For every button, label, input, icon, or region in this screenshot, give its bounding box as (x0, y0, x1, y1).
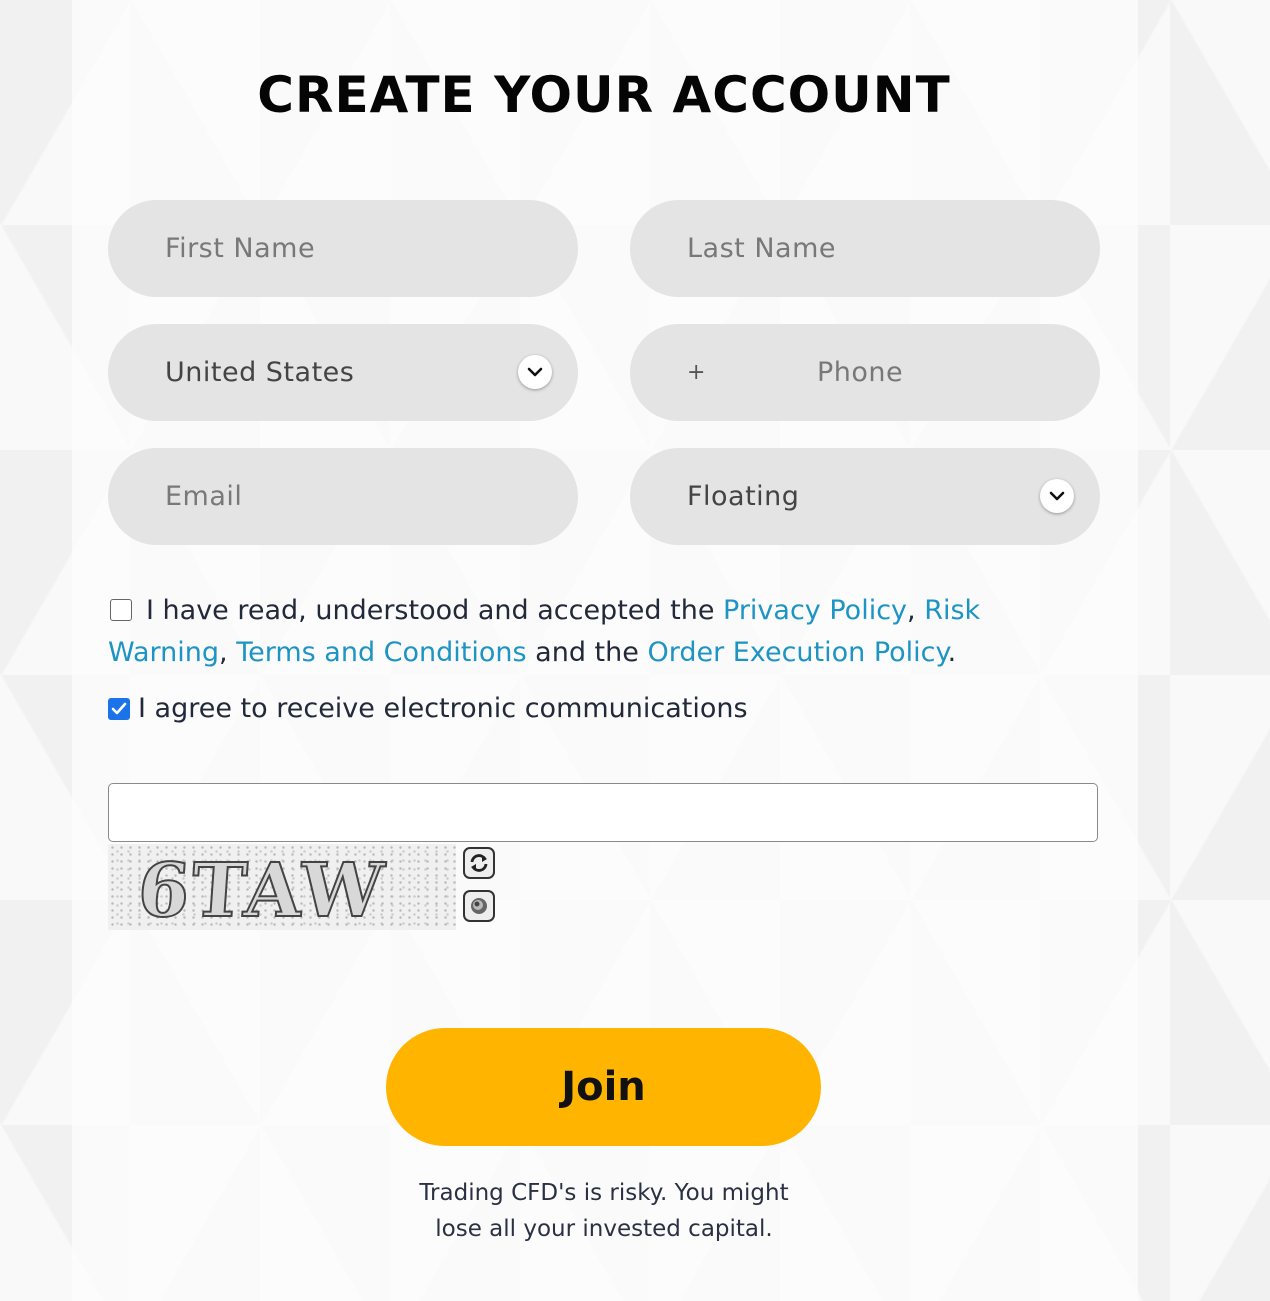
refresh-icon (470, 854, 488, 872)
communications-checkbox[interactable] (108, 698, 130, 720)
terms-checkbox[interactable] (110, 599, 132, 621)
email-field[interactable]: Email (108, 448, 578, 545)
speaker-icon (471, 898, 487, 914)
privacy-policy-link[interactable]: Privacy Policy (723, 595, 907, 626)
risk-disclaimer-line-2: lose all your invested capital. (435, 1216, 773, 1242)
account-type-select[interactable]: Floating (630, 448, 1100, 545)
captcha-image: 6TAW (108, 844, 456, 930)
captcha-refresh-button[interactable] (463, 847, 495, 879)
consent-text-1: I have read, understood and accepted the (146, 595, 724, 626)
consent-text-2: and the (526, 637, 648, 668)
checkmark-icon (111, 702, 127, 715)
consent-sep-2: , (219, 637, 237, 668)
captcha-input[interactable] (108, 783, 1098, 842)
communications-label: I agree to receive electronic communicat… (138, 693, 748, 724)
email-placeholder: Email (165, 481, 243, 512)
consent-sep-1: , (907, 595, 925, 626)
last-name-field[interactable]: Last Name (630, 200, 1100, 297)
risk-disclaimer-line-1: Trading CFD's is risky. You might (419, 1180, 789, 1206)
country-value: United States (165, 357, 355, 388)
risk-disclaimer: Trading CFD's is risky. You might lose a… (0, 1175, 1208, 1247)
join-button[interactable]: Join (386, 1028, 821, 1146)
consent-text-3: . (947, 637, 957, 668)
first-name-placeholder: First Name (165, 233, 316, 264)
first-name-field[interactable]: First Name (108, 200, 578, 297)
country-select[interactable]: United States (108, 324, 578, 421)
terms-consent: I have read, understood and accepted the… (108, 590, 1028, 674)
phone-field[interactable]: + Phone (630, 324, 1100, 421)
phone-placeholder: Phone (817, 357, 904, 388)
last-name-placeholder: Last Name (687, 233, 836, 264)
account-type-value: Floating (687, 481, 800, 512)
communications-consent: I agree to receive electronic communicat… (108, 688, 748, 730)
chevron-down-icon[interactable] (518, 355, 552, 389)
phone-prefix: + (687, 360, 706, 385)
join-label: Join (561, 1064, 646, 1110)
page-title: CREATE YOUR ACCOUNT (257, 66, 951, 124)
captcha-audio-button[interactable] (463, 890, 495, 922)
terms-conditions-link[interactable]: Terms and Conditions (236, 637, 526, 668)
chevron-down-icon[interactable] (1040, 479, 1074, 513)
order-execution-policy-link[interactable]: Order Execution Policy (647, 637, 947, 668)
captcha-text: 6TAW (134, 847, 389, 930)
